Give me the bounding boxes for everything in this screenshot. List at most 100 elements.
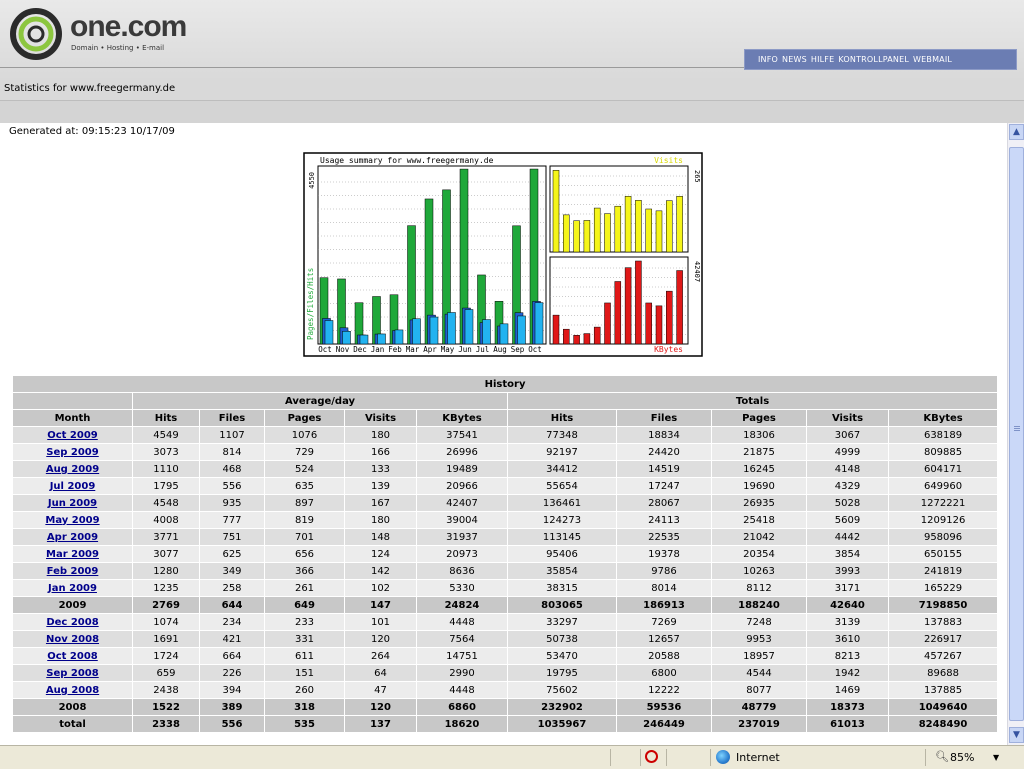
value-cell: 24824 (417, 597, 507, 613)
month-link[interactable]: Mar 2009 (46, 549, 99, 560)
value-cell: 20588 (617, 648, 711, 664)
kbytes-bar (604, 302, 611, 345)
value-cell: 61013 (807, 716, 888, 732)
nav-link-webmail[interactable]: WEBMAIL (913, 55, 952, 64)
value-cell: 180 (345, 512, 416, 528)
total-summary-row: total 2338 556 535 137 18620 1035967 246449 2370… (13, 716, 998, 732)
month-cell: Oct 2009 (13, 427, 132, 443)
value-cell: 958096 (889, 529, 998, 545)
table-row: Apr 2009 3771 751 701 148 31937 113145 22535 210… (13, 529, 998, 545)
value-cell: 4448 (417, 614, 507, 630)
value-cell: 535 (265, 716, 344, 732)
month-cell: Sep 2009 (13, 444, 132, 460)
column-header: Files (617, 410, 711, 426)
month-link[interactable]: Oct 2008 (47, 651, 98, 662)
value-cell: 8014 (617, 580, 711, 596)
nav-links[interactable]: INFO NEWS HILFE KONTROLLPANEL WEBMAIL (758, 55, 952, 64)
nav-link-kontrollpanel[interactable]: KONTROLLPANEL (838, 55, 909, 64)
month-cell: total (13, 716, 132, 732)
month-link[interactable]: Apr 2009 (47, 532, 98, 543)
value-cell: 95406 (508, 546, 616, 562)
month-link[interactable]: Jul 2009 (50, 481, 96, 492)
value-cell: 21875 (712, 444, 806, 460)
value-cell: 8112 (712, 580, 806, 596)
table-row: Dec 2008 1074 234 233 101 4448 33297 7269 7248 31… (13, 614, 998, 630)
value-cell: 38315 (508, 580, 616, 596)
zoom-dropdown-icon[interactable]: ▼ (993, 753, 999, 762)
value-cell: 318 (265, 699, 344, 715)
header-divider (0, 67, 744, 68)
value-cell: 524 (265, 461, 344, 477)
value-cell: 1209126 (889, 512, 998, 528)
month-link[interactable]: Sep 2009 (46, 447, 98, 458)
month-tick-label: Feb (388, 345, 402, 354)
value-cell: 124273 (508, 512, 616, 528)
scroll-up-button[interactable]: ▲ (1009, 124, 1024, 140)
month-link[interactable]: Dec 2008 (46, 617, 98, 628)
value-cell: 819 (265, 512, 344, 528)
value-cell: 21042 (712, 529, 806, 545)
month-link[interactable]: Sep 2008 (46, 668, 98, 679)
month-tick-label: Mar (406, 345, 420, 354)
value-cell: 556 (200, 716, 264, 732)
month-link[interactable]: Aug 2009 (46, 464, 99, 475)
kbytes-bar (573, 335, 580, 345)
month-link[interactable]: May 2009 (45, 515, 99, 526)
value-cell: 124 (345, 546, 416, 562)
value-cell: 50738 (508, 631, 616, 647)
value-cell: 26996 (417, 444, 507, 460)
value-cell: 55654 (508, 478, 616, 494)
value-cell: 664 (200, 648, 264, 664)
value-cell: 35854 (508, 563, 616, 579)
month-tick-label: Dec (353, 345, 367, 354)
value-cell: 20973 (417, 546, 507, 562)
visits-bar (645, 208, 652, 253)
stats-content: Generated at: 09:15:23 10/17/09 Usage su… (0, 123, 1007, 745)
value-cell: 148 (345, 529, 416, 545)
value-cell: 14519 (617, 461, 711, 477)
nav-link-info[interactable]: INFO (758, 55, 778, 64)
value-cell: 751 (200, 529, 264, 545)
scroll-down-button[interactable]: ▼ (1009, 727, 1024, 743)
value-cell: 3854 (807, 546, 888, 562)
value-cell: 2990 (417, 665, 507, 681)
nav-link-news[interactable]: NEWS (782, 55, 807, 64)
value-cell: 644 (200, 597, 264, 613)
kbytes-axis-max: 42407 (693, 261, 701, 282)
value-cell: 1942 (807, 665, 888, 681)
zoom-level[interactable]: 85% (950, 751, 974, 764)
value-cell: 457267 (889, 648, 998, 664)
value-cell: 241819 (889, 563, 998, 579)
vertical-scrollbar[interactable]: ▲ ▼ (1007, 123, 1024, 745)
nav-link-hilfe[interactable]: HILFE (811, 55, 835, 64)
year-summary-row: 2009 2769 644 649 147 24824 803065 186913 188240… (13, 597, 998, 613)
value-cell: 237019 (712, 716, 806, 732)
value-cell: 261 (265, 580, 344, 596)
month-link[interactable]: Nov 2008 (46, 634, 99, 645)
month-tick-label: Jul (476, 345, 490, 354)
top-nav: INFO NEWS HILFE KONTROLLPANEL WEBMAIL (744, 49, 1017, 70)
value-cell: 604171 (889, 461, 998, 477)
brand-name[interactable]: one.com (70, 10, 187, 44)
kbytes-bar (666, 290, 673, 345)
scroll-thumb[interactable] (1009, 147, 1024, 721)
value-cell: 26935 (712, 495, 806, 511)
month-link[interactable]: Oct 2009 (47, 430, 98, 441)
month-link[interactable]: Jan 2009 (48, 583, 97, 594)
value-cell: 142 (345, 563, 416, 579)
value-cell: 635 (265, 478, 344, 494)
popup-blocked-icon[interactable] (645, 750, 658, 763)
history-header-row: Month Hits Files Pages Visits KBytes Hits Files… (13, 410, 998, 426)
value-cell: 137885 (889, 682, 998, 698)
pages-bar (517, 315, 526, 345)
history-title: History (13, 376, 998, 392)
month-link[interactable]: Feb 2009 (47, 566, 99, 577)
month-link[interactable]: Aug 2008 (46, 685, 99, 696)
month-link[interactable]: Jun 2009 (48, 498, 97, 509)
pages-bar (412, 318, 421, 345)
month-cell: Aug 2008 (13, 682, 132, 698)
month-tick-label: May (441, 345, 455, 354)
security-zone-label[interactable]: Internet (736, 751, 780, 764)
value-cell: 649 (265, 597, 344, 613)
kbytes-bar (655, 305, 663, 345)
